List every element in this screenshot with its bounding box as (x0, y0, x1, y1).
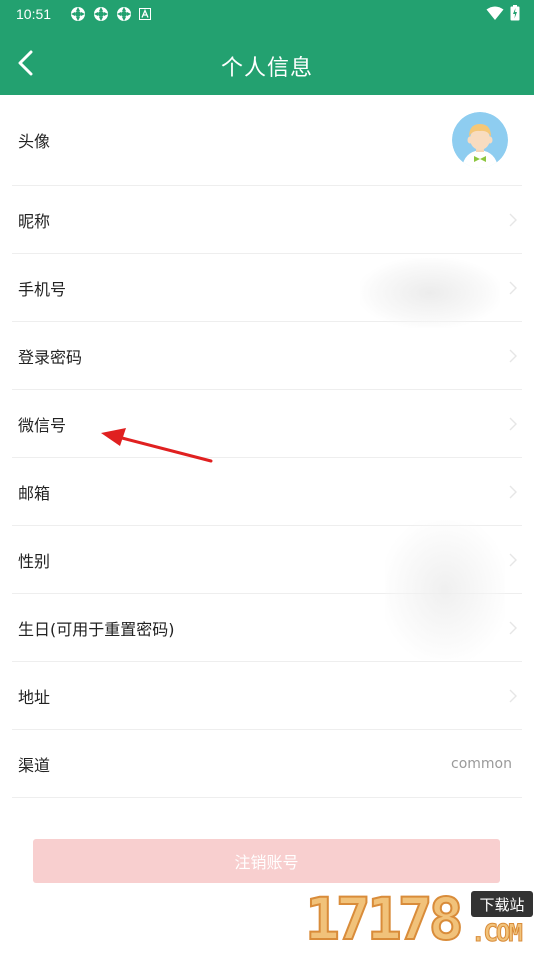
row-label: 邮箱 (18, 483, 51, 503)
row-label: 生日(可用于重置密码) (18, 619, 175, 639)
nav-bar: 个人信息 (0, 36, 534, 94)
status-right (486, 5, 520, 21)
profile-list: 头像 昵称 手机号 登录密码 微信号 邮箱 性别 生日(可用于重置密码) 地址 … (0, 95, 534, 798)
notification-icons (70, 6, 151, 22)
chevron-right-icon (509, 349, 517, 362)
battery-icon (510, 5, 520, 21)
watermark-tag: 下载站 (471, 891, 533, 917)
wifi-icon (486, 6, 504, 20)
app-header: 10:51 个人信息 (0, 0, 534, 95)
row-label: 微信号 (18, 415, 67, 435)
chevron-right-icon (509, 417, 517, 430)
status-bar: 10:51 (0, 0, 534, 28)
app-notification-icon (71, 7, 85, 21)
avatar-icon (452, 112, 508, 168)
row-label: 头像 (18, 132, 51, 151)
status-time: 10:51 (16, 6, 52, 22)
watermark-number: 17178 (304, 885, 465, 953)
cancel-account-button[interactable]: 注销账号 (33, 839, 500, 883)
row-address[interactable]: 地址 (12, 662, 522, 730)
row-label: 昵称 (18, 211, 51, 231)
row-email[interactable]: 邮箱 (12, 458, 522, 526)
page-title: 个人信息 (220, 56, 313, 81)
chevron-right-icon (509, 213, 517, 226)
chevron-right-icon (509, 553, 517, 566)
row-channel: 渠道 common (12, 730, 522, 798)
row-label: 性别 (18, 551, 51, 571)
a-badge-icon (139, 8, 151, 20)
chevron-right-icon (509, 485, 517, 498)
row-label: 手机号 (18, 279, 67, 299)
chevron-right-icon (509, 621, 517, 634)
row-nickname[interactable]: 昵称 (12, 186, 522, 254)
row-wechat[interactable]: 微信号 (12, 390, 522, 458)
watermark-logo: 17178 下载站 .COM (304, 885, 534, 953)
chevron-right-icon (509, 281, 517, 294)
chevron-right-icon (509, 689, 517, 702)
row-label: 渠道 (18, 755, 51, 775)
channel-value: common (451, 755, 512, 772)
app-notification-icon (117, 7, 131, 21)
row-avatar[interactable]: 头像 (12, 95, 522, 186)
avatar[interactable] (452, 112, 508, 168)
row-label: 登录密码 (18, 347, 83, 367)
redaction-blur (385, 520, 505, 660)
watermark-com: .COM (471, 919, 524, 948)
row-login-password[interactable]: 登录密码 (12, 322, 522, 390)
row-label: 地址 (18, 687, 51, 707)
app-notification-icon (94, 7, 108, 21)
redaction-blur (360, 258, 500, 328)
